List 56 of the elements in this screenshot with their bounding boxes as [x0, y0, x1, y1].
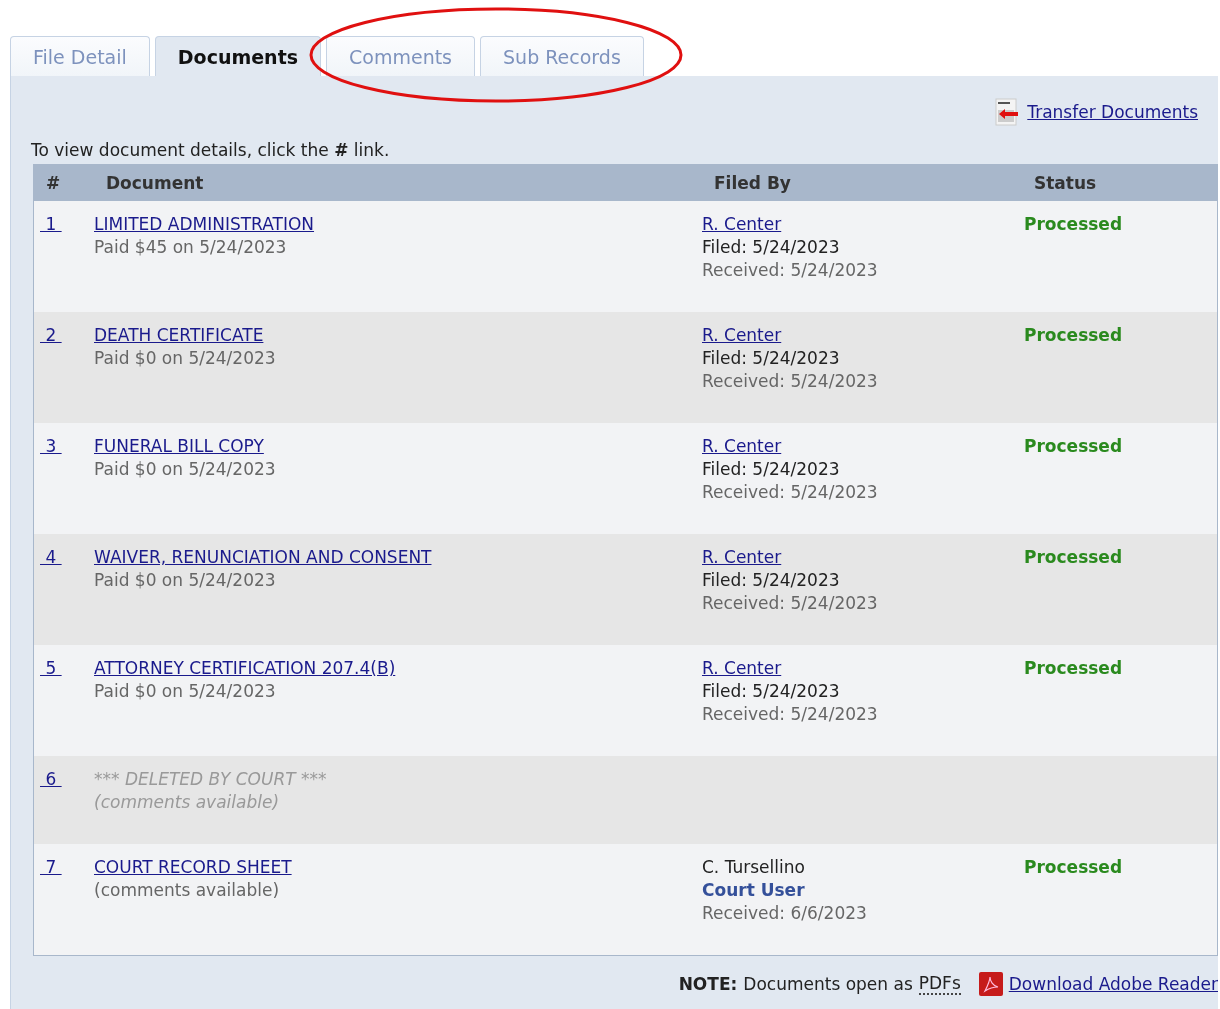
- document-note: Paid $0 on 5/24/2023: [94, 569, 276, 592]
- document-note: (comments available): [94, 879, 280, 902]
- status-text: Processed: [1024, 546, 1123, 569]
- instructions-text: To view document details, click the # link.: [31, 140, 391, 160]
- filed-info: Filed: 5/24/2023: [702, 680, 840, 703]
- received-date: Received: 5/24/2023: [702, 592, 878, 615]
- column-header: Filed By: [713, 173, 792, 193]
- note-label: NOTE:: [678, 974, 738, 994]
- transfer-documents-link[interactable]: Transfer Documents: [1027, 102, 1198, 122]
- document-note: Paid $0 on 5/24/2023: [94, 680, 276, 703]
- document-note: Paid $45 on 5/24/2023: [94, 236, 287, 259]
- filer-role: Court User: [702, 879, 805, 902]
- document-number-link[interactable]: 6: [40, 768, 62, 791]
- filer-link[interactable]: R. Center: [702, 657, 782, 680]
- document-number-link[interactable]: 5: [40, 657, 62, 680]
- column-header: Status: [1033, 173, 1098, 193]
- document-note: Paid $0 on 5/24/2023: [94, 458, 276, 481]
- received-date: Received: 5/24/2023: [702, 703, 878, 726]
- filed-info: Filed: 5/24/2023: [702, 236, 840, 259]
- document-link[interactable]: COURT RECORD SHEET: [94, 856, 292, 879]
- filed-info: C. Tursellino: [702, 856, 805, 879]
- document-number-link[interactable]: 1: [40, 213, 62, 236]
- document-link[interactable]: DEATH CERTIFICATE: [94, 324, 264, 347]
- document-title: *** DELETED BY COURT ***: [94, 768, 327, 791]
- received-date: Received: 6/6/2023: [702, 902, 867, 925]
- tab[interactable]: Documents: [154, 36, 322, 76]
- document-link[interactable]: LIMITED ADMINISTRATION: [94, 213, 315, 236]
- document-link[interactable]: FUNERAL BILL COPY: [94, 435, 264, 458]
- download-reader-link[interactable]: Download Adobe Reader: [1008, 974, 1218, 994]
- document-link[interactable]: ATTORNEY CERTIFICATION 207.4(B): [94, 657, 396, 680]
- received-date: Received: 5/24/2023: [702, 370, 878, 393]
- document-link[interactable]: WAIVER, RENUNCIATION AND CONSENT: [94, 546, 432, 569]
- filed-info: Filed: 5/24/2023: [702, 458, 840, 481]
- column-header: #: [45, 173, 62, 193]
- status-text: Processed: [1024, 213, 1123, 236]
- filer-link[interactable]: R. Center: [702, 435, 782, 458]
- document-number-link[interactable]: 4: [40, 546, 62, 569]
- filed-info: Filed: 5/24/2023: [702, 347, 840, 370]
- received-date: Received: 5/24/2023: [702, 481, 878, 504]
- filed-info: Filed: 5/24/2023: [702, 569, 840, 592]
- filer-link[interactable]: R. Center: [702, 213, 782, 236]
- status-text: Processed: [1024, 657, 1123, 680]
- filer-link[interactable]: R. Center: [702, 546, 782, 569]
- document-number-link[interactable]: 3: [40, 435, 62, 458]
- status-text: Processed: [1024, 324, 1123, 347]
- document-note: (comments available): [94, 791, 280, 814]
- column-header: Document: [105, 173, 205, 193]
- document-number-link[interactable]: 7: [40, 856, 62, 879]
- status-text: Processed: [1024, 435, 1123, 458]
- received-date: Received: 5/24/2023: [702, 259, 878, 282]
- document-note: Paid $0 on 5/24/2023: [94, 347, 276, 370]
- note-text: Documents open as: [743, 974, 913, 994]
- status-text: Processed: [1024, 856, 1123, 879]
- document-number-link[interactable]: 2: [40, 324, 62, 347]
- filer-link[interactable]: R. Center: [702, 324, 782, 347]
- pdfs-abbreviation: PDFs: [918, 973, 961, 995]
